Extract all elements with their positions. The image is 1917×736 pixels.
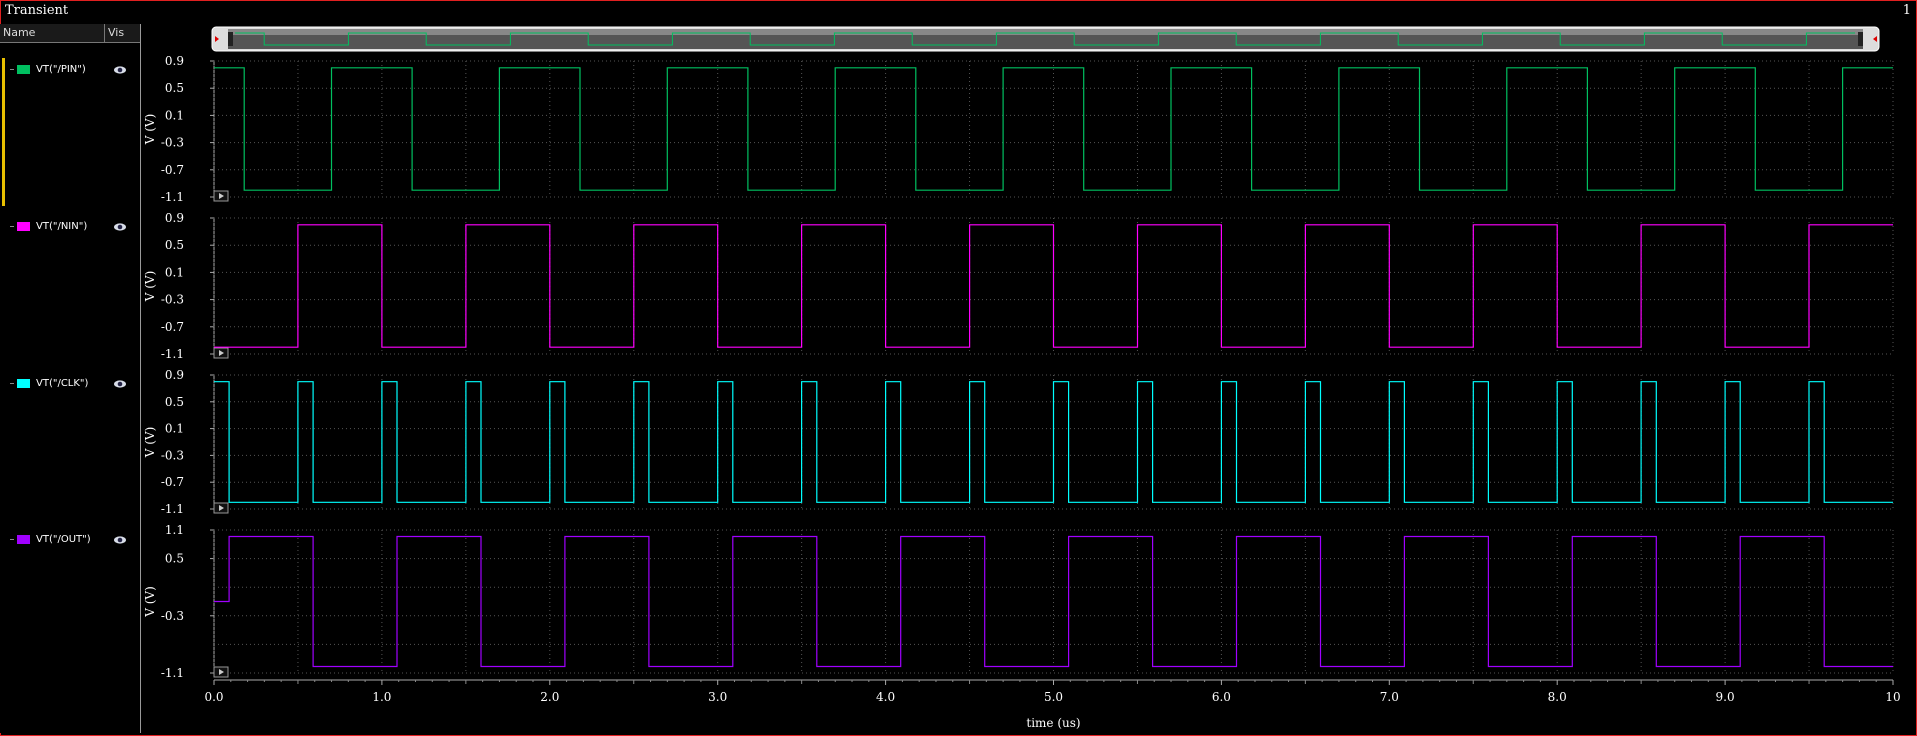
y-tick-label: -0.3 — [161, 293, 184, 307]
y-tick-label: 0.1 — [165, 422, 184, 436]
y-axis-label: V (V) — [143, 427, 157, 459]
y-axis-label: V (V) — [143, 586, 157, 618]
y-tick-label: -0.7 — [161, 163, 184, 177]
overview-scrollbar[interactable] — [211, 26, 1880, 52]
y-tick-label: 0.5 — [165, 238, 184, 252]
y-tick-label: 1.1 — [165, 523, 184, 537]
y-tick-label: -0.3 — [161, 448, 184, 462]
y-tick-label: -1.1 — [161, 190, 184, 204]
y-tick-label: 0.5 — [165, 552, 184, 566]
play-button-icon[interactable] — [213, 666, 229, 678]
y-tick-label: 0.1 — [165, 265, 184, 279]
x-tick-label: 5.0 — [1044, 690, 1063, 704]
y-axis-label: V (V) — [143, 271, 157, 303]
x-axis-label: time (us) — [1026, 716, 1080, 730]
x-tick-label: 1.0 — [372, 690, 391, 704]
y-tick-label: 0.9 — [165, 211, 184, 225]
series-line — [214, 224, 1893, 348]
y-tick-label: -0.7 — [161, 475, 184, 489]
waveform-plot-area[interactable]: 0.9 0.5 0.1 -0.3 -0.7 -1.1 V (V) 0.9 0.5 0.1 -0.3 -… — [0, 0, 1917, 736]
x-tick-label: 6.0 — [1212, 690, 1231, 704]
y-tick-label: -1.1 — [161, 502, 184, 516]
y-tick-label: -1.1 — [161, 347, 184, 361]
y-tick-label: 0.5 — [165, 395, 184, 409]
x-tick-label: 10 — [1885, 690, 1900, 704]
play-button-icon[interactable] — [213, 190, 229, 202]
y-tick-label: -1.1 — [161, 666, 184, 680]
scroll-handle-right[interactable] — [1858, 32, 1863, 46]
x-tick-label: 9.0 — [1716, 690, 1735, 704]
scroll-handle-left[interactable] — [228, 32, 233, 46]
y-tick-label: 0.1 — [165, 108, 184, 122]
y-tick-label: 0.5 — [165, 81, 184, 95]
y-tick-label: 0.9 — [165, 368, 184, 382]
x-tick-label: 8.0 — [1548, 690, 1567, 704]
x-tick-label: 7.0 — [1380, 690, 1399, 704]
y-tick-label: -0.7 — [161, 320, 184, 334]
play-button-icon[interactable] — [213, 502, 229, 514]
x-tick-label: 2.0 — [540, 690, 559, 704]
x-tick-label: 3.0 — [708, 690, 727, 704]
y-tick-label: -0.3 — [161, 136, 184, 150]
play-button-icon[interactable] — [213, 347, 229, 359]
y-axis-label: V (V) — [143, 114, 157, 146]
x-tick-label: 0.0 — [204, 690, 223, 704]
series-line — [214, 381, 1893, 503]
y-tick-label: 0.9 — [165, 54, 184, 68]
x-tick-label: 4.0 — [876, 690, 895, 704]
y-tick-label: -0.3 — [161, 609, 184, 623]
